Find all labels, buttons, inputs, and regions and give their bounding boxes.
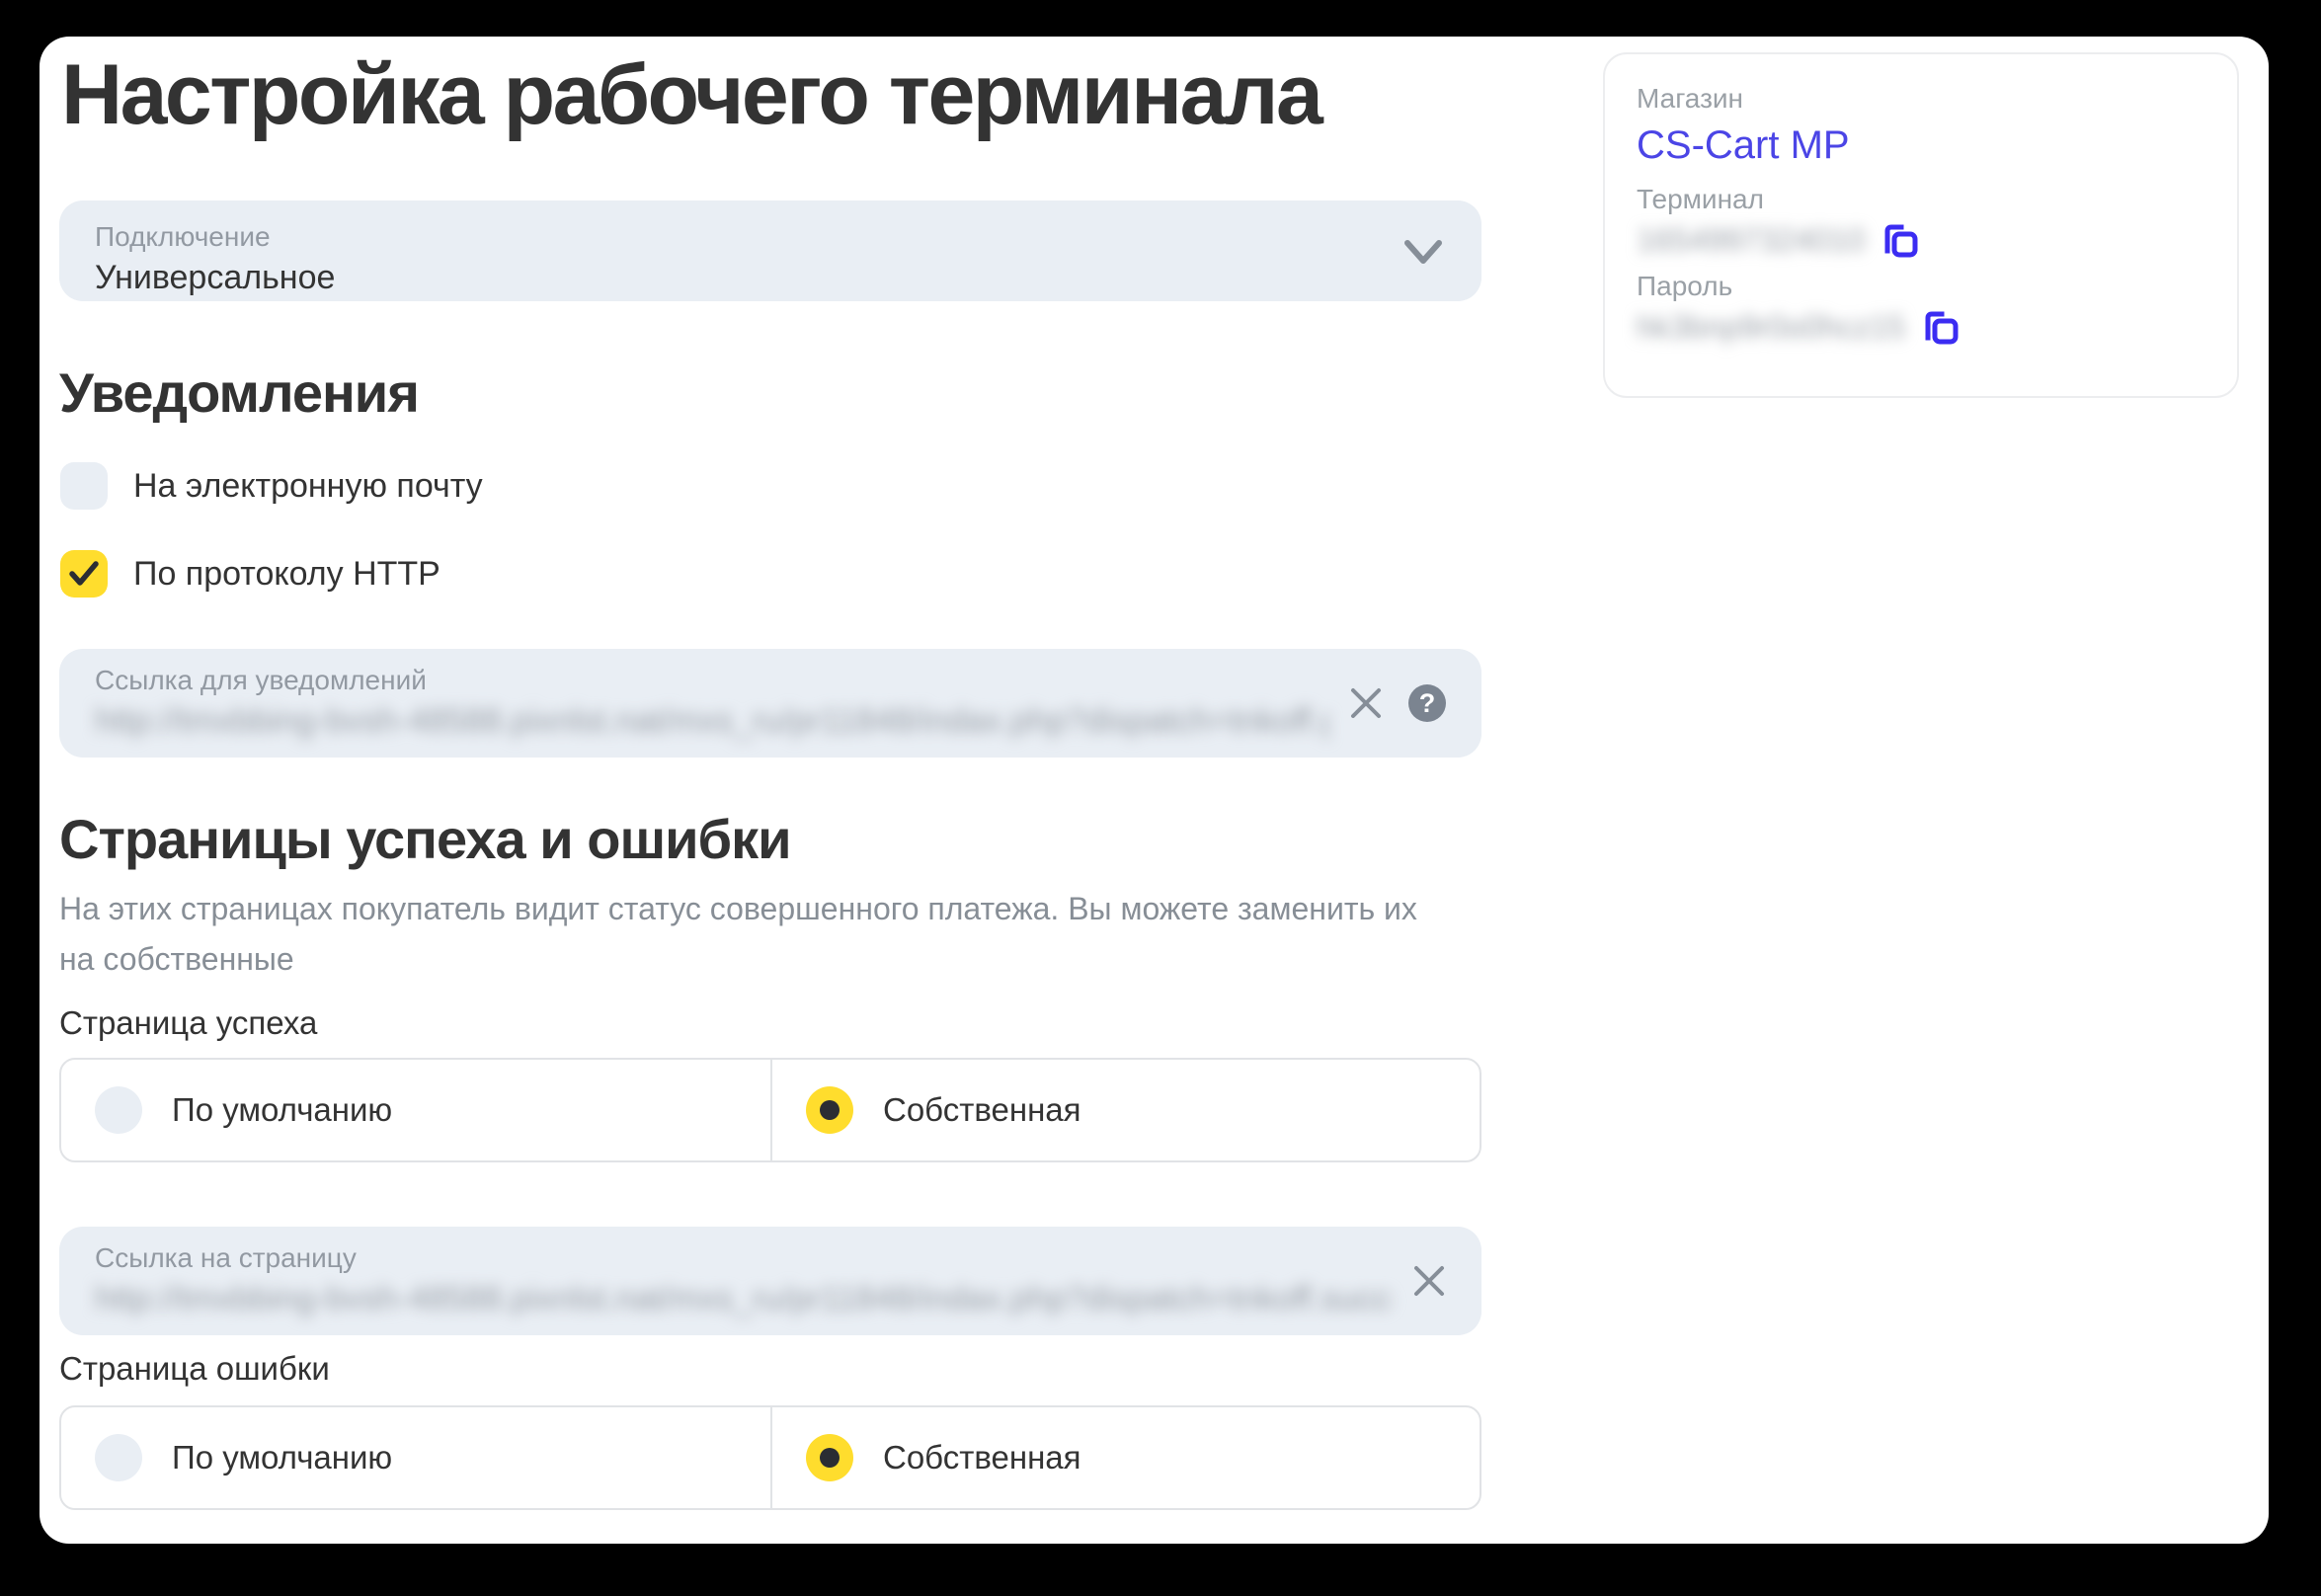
help-icon[interactable]: ?	[1408, 684, 1446, 722]
error-custom-label: Собственная	[883, 1439, 1081, 1476]
success-default-radio[interactable]	[95, 1086, 142, 1134]
check-icon	[68, 560, 100, 588]
password-label: Пароль	[1637, 270, 2205, 303]
settings-panel: Настройка рабочего терминала Подключение…	[40, 37, 2269, 1544]
success-page-label: Страница успеха	[59, 1004, 317, 1042]
terminal-info-card: Магазин CS-Cart MP Терминал 165499732401…	[1603, 52, 2239, 398]
success-default-option[interactable]: По умолчанию	[61, 1060, 770, 1160]
radio-dot	[820, 1448, 840, 1468]
terminal-label: Терминал	[1637, 183, 2205, 216]
password-value: hk3bnp9r0o0hcz15	[1637, 309, 1905, 346]
success-custom-label: Собственная	[883, 1091, 1081, 1129]
connection-select-label: Подключение	[95, 220, 1446, 254]
notifications-heading: Уведомления	[59, 360, 419, 425]
screenshot-stage: Настройка рабочего терминала Подключение…	[0, 0, 2321, 1596]
success-page-url-field[interactable]: Ссылка на страницу http://tmxbbing-bvsh-…	[59, 1227, 1481, 1335]
success-default-label: По умолчанию	[172, 1091, 392, 1129]
error-default-label: По умолчанию	[172, 1439, 392, 1476]
error-page-radio-group: По умолчанию Собственная	[59, 1405, 1481, 1510]
clear-icon[interactable]	[1349, 686, 1383, 720]
success-custom-radio[interactable]	[806, 1086, 853, 1134]
connection-select[interactable]: Подключение Универсальное	[59, 200, 1481, 301]
http-checkbox[interactable]	[60, 550, 108, 598]
success-page-url-label: Ссылка на страницу	[95, 1241, 1393, 1275]
email-checkbox-label: На электронную почту	[133, 467, 483, 506]
password-value-row: hk3bnp9r0o0hcz15	[1637, 307, 2205, 347]
error-default-radio[interactable]	[95, 1434, 142, 1481]
email-notifications-option[interactable]: На электронную почту	[60, 462, 483, 510]
notification-url-field[interactable]: Ссылка для уведомлений http://tmxbbing-b…	[59, 649, 1481, 758]
pages-heading: Страницы успеха и ошибки	[59, 807, 791, 871]
http-notifications-option[interactable]: По протоколу HTTP	[60, 550, 440, 598]
email-checkbox[interactable]	[60, 462, 108, 510]
radio-dot	[820, 1100, 840, 1120]
copy-icon[interactable]	[1881, 220, 1920, 260]
error-default-option[interactable]: По умолчанию	[61, 1407, 770, 1508]
success-page-radio-group: По умолчанию Собственная	[59, 1058, 1481, 1162]
terminal-value-row: 1654997324010	[1637, 220, 2205, 260]
error-custom-option[interactable]: Собственная	[770, 1407, 1480, 1508]
error-custom-radio[interactable]	[806, 1434, 853, 1481]
copy-icon[interactable]	[1921, 307, 1961, 347]
error-page-label: Страница ошибки	[59, 1350, 330, 1388]
success-page-url-value: http://tmxbbing-bvsh-48588.pixnlst.nat/m…	[95, 1277, 1393, 1320]
pages-description: На этих страницах покупатель видит стату…	[59, 884, 1442, 985]
notification-url-value: http://tmxbbing-bvsh-48588.pixnlst.nat/m…	[95, 699, 1329, 743]
shop-link[interactable]: CS-Cart MP	[1637, 121, 1850, 169]
clear-icon[interactable]	[1412, 1264, 1446, 1298]
page-title: Настройка рабочего терминала	[61, 46, 1321, 144]
chevron-down-icon	[1402, 237, 1444, 267]
connection-select-value: Универсальное	[95, 256, 1446, 299]
shop-label: Магазин	[1637, 82, 2205, 116]
http-checkbox-label: По протоколу HTTP	[133, 555, 440, 594]
success-custom-option[interactable]: Собственная	[770, 1060, 1480, 1160]
terminal-value: 1654997324010	[1637, 222, 1865, 259]
notification-url-label: Ссылка для уведомлений	[95, 664, 1329, 697]
